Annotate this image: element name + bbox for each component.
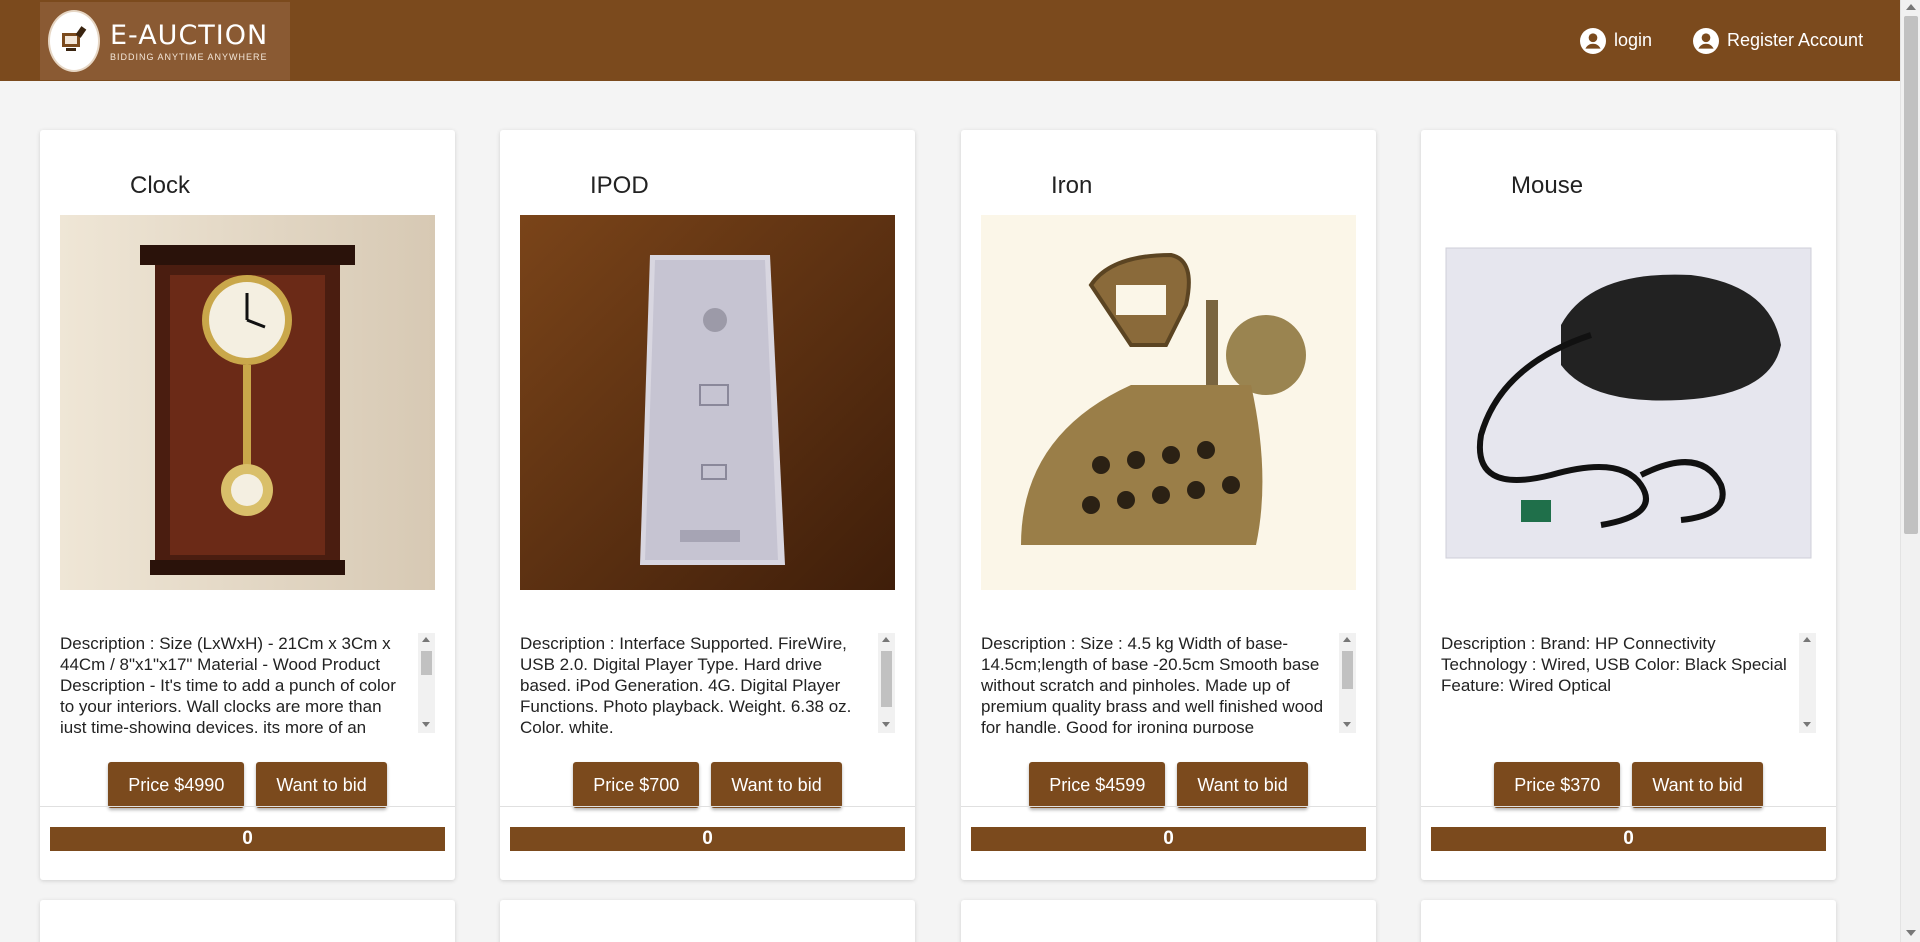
price-button[interactable]: Price $4599 bbox=[1029, 762, 1166, 808]
page-scroll-thumb[interactable] bbox=[1904, 16, 1918, 534]
price-button[interactable]: Price $700 bbox=[573, 762, 700, 808]
price-button[interactable]: Price $4990 bbox=[108, 762, 245, 808]
scroll-up-icon[interactable] bbox=[882, 637, 890, 642]
logo-tagline: BIDDING ANYTIME ANYWHERE bbox=[110, 52, 268, 62]
product-title: IPOD bbox=[590, 172, 649, 199]
account-circle-icon bbox=[1580, 27, 1606, 54]
description-scrollbar[interactable] bbox=[1339, 633, 1356, 733]
register-label: Register Account bbox=[1727, 30, 1864, 50]
product-card-partial bbox=[961, 900, 1376, 942]
product-title: Mouse bbox=[1511, 172, 1584, 199]
description-scrollbar[interactable] bbox=[418, 633, 435, 733]
product-card-iron: Iron Description : Size : 4.5 kg Width o… bbox=[961, 130, 1376, 880]
product-description: Description : Brand: HP Connectivity Tec… bbox=[1441, 634, 1787, 695]
scroll-down-icon[interactable] bbox=[422, 722, 430, 727]
product-card-partial bbox=[1421, 900, 1836, 942]
price-button[interactable]: Price $370 bbox=[1494, 762, 1621, 808]
gavel-logo-icon bbox=[48, 10, 100, 72]
card-divider bbox=[40, 806, 455, 807]
want-to-bid-button[interactable]: Want to bid bbox=[256, 762, 387, 808]
product-description-box[interactable]: Description : Brand: HP Connectivity Tec… bbox=[1441, 633, 1816, 733]
bid-count-bar: 0 bbox=[510, 827, 905, 851]
product-title: Clock bbox=[130, 172, 191, 199]
site-logo[interactable]: E-AUCTION BIDDING ANYTIME ANYWHERE bbox=[40, 2, 290, 80]
product-card-partial bbox=[500, 900, 915, 942]
register-account-link[interactable]: Register Account bbox=[1693, 0, 1863, 81]
logo-title: E-AUCTION bbox=[110, 20, 269, 51]
description-scrollbar[interactable] bbox=[878, 633, 895, 733]
card-divider bbox=[1421, 806, 1836, 807]
product-description: Description : Size (LxWxH) - 21Cm x 3Cm … bbox=[60, 634, 396, 733]
want-to-bid-button[interactable]: Want to bid bbox=[1632, 762, 1763, 808]
product-card-mouse: Mouse Description : Brand: HP Connectivi… bbox=[1421, 130, 1836, 880]
page-scrollbar[interactable] bbox=[1900, 0, 1920, 942]
product-description: Description : Size : 4.5 kg Width of bas… bbox=[981, 634, 1324, 733]
card-divider bbox=[500, 806, 915, 807]
card-divider bbox=[961, 806, 1376, 807]
antique-iron-image bbox=[981, 215, 1356, 590]
account-circle-icon bbox=[1693, 27, 1719, 54]
scroll-down-icon[interactable] bbox=[1906, 930, 1916, 936]
description-scrollbar[interactable] bbox=[1799, 633, 1816, 733]
login-label: login bbox=[1614, 30, 1653, 50]
computer-mouse-image bbox=[1441, 215, 1816, 590]
scroll-down-icon[interactable] bbox=[1803, 722, 1811, 727]
scroll-up-icon[interactable] bbox=[1343, 637, 1351, 642]
scroll-down-icon[interactable] bbox=[882, 722, 890, 727]
product-card-clock: Clock Description : Size (LxWxH) - 21Cm … bbox=[40, 130, 455, 880]
scroll-up-icon[interactable] bbox=[1803, 637, 1811, 642]
product-card-partial bbox=[40, 900, 455, 942]
want-to-bid-button[interactable]: Want to bid bbox=[1177, 762, 1308, 808]
bid-count-bar: 0 bbox=[50, 827, 445, 851]
want-to-bid-button[interactable]: Want to bid bbox=[711, 762, 842, 808]
login-link[interactable]: login bbox=[1580, 0, 1652, 81]
product-description-box[interactable]: Description : Size : 4.5 kg Width of bas… bbox=[981, 633, 1356, 733]
scroll-thumb[interactable] bbox=[881, 651, 892, 707]
scroll-up-icon[interactable] bbox=[1906, 4, 1916, 10]
product-title: Iron bbox=[1051, 172, 1093, 199]
ipod-image bbox=[520, 215, 895, 590]
product-description-box[interactable]: Description : Interface Supported. FireW… bbox=[520, 633, 895, 733]
scroll-down-icon[interactable] bbox=[1343, 722, 1351, 727]
bid-count-bar: 0 bbox=[971, 827, 1366, 851]
bid-count-bar: 0 bbox=[1431, 827, 1826, 851]
top-navbar: E-AUCTION BIDDING ANYTIME ANYWHERE login… bbox=[0, 0, 1900, 81]
scroll-thumb[interactable] bbox=[421, 651, 432, 675]
scroll-thumb[interactable] bbox=[1342, 651, 1353, 689]
scroll-up-icon[interactable] bbox=[422, 637, 430, 642]
product-description: Description : Interface Supported. FireW… bbox=[520, 634, 852, 733]
product-description-box[interactable]: Description : Size (LxWxH) - 21Cm x 3Cm … bbox=[60, 633, 435, 733]
wall-clock-image bbox=[60, 215, 435, 590]
product-card-ipod: IPOD Description : Interface Supported. … bbox=[500, 130, 915, 880]
